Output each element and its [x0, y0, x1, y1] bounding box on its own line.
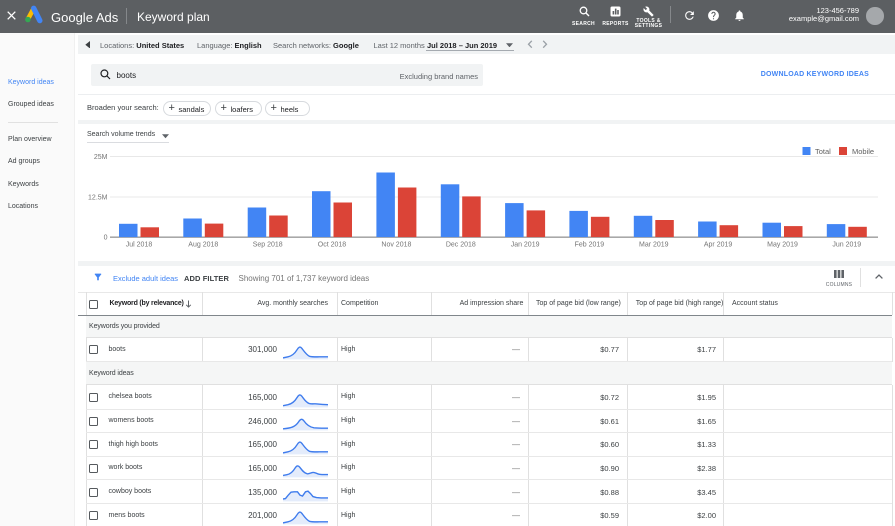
svg-text:Oct 2018: Oct 2018	[318, 241, 347, 248]
svg-text:25M: 25M	[94, 154, 108, 161]
svg-text:Jun 2019: Jun 2019	[832, 241, 861, 248]
svg-text:Mar 2019: Mar 2019	[639, 241, 669, 248]
svg-text:Aug 2018: Aug 2018	[188, 241, 218, 248]
svg-text:May 2019: May 2019	[767, 241, 798, 248]
svg-text:Apr 2019: Apr 2019	[704, 241, 733, 248]
svg-text:Jul 2018: Jul 2018	[126, 241, 153, 248]
svg-text:Dec 2018: Dec 2018	[446, 241, 476, 248]
svg-text:Nov 2018: Nov 2018	[381, 241, 411, 248]
svg-text:Mobile: Mobile	[852, 147, 874, 156]
svg-text:Jan 2019: Jan 2019	[511, 241, 540, 248]
svg-text:Feb 2019: Feb 2019	[575, 241, 605, 248]
svg-text:Total: Total	[815, 147, 831, 156]
svg-text:Sep 2018: Sep 2018	[253, 241, 283, 248]
svg-text:12.5M: 12.5M	[88, 194, 108, 201]
svg-text:0: 0	[104, 234, 108, 241]
